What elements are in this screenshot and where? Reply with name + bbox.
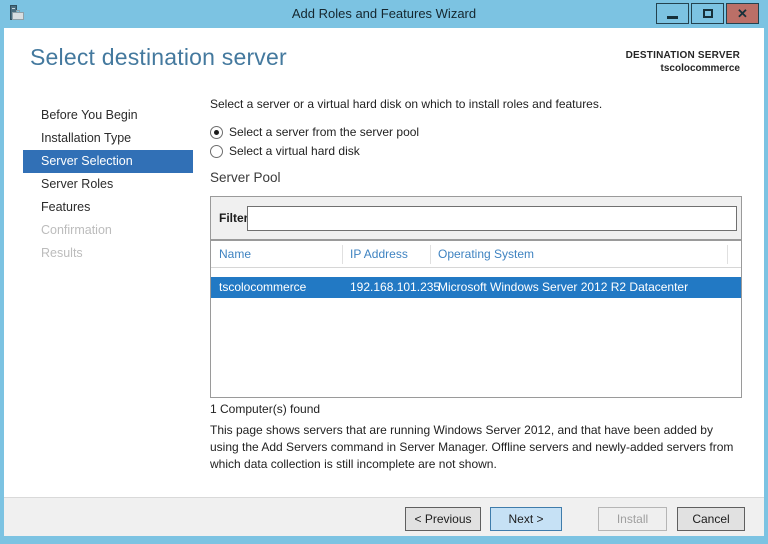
cell-server-name: tscolocommerce: [219, 280, 307, 294]
filter-box: Filter:: [210, 196, 742, 240]
intro-text: Select a server or a virtual hard disk o…: [210, 97, 603, 111]
sidebar-item-results: Results: [41, 246, 83, 260]
column-header-operating-system[interactable]: Operating System: [438, 241, 534, 268]
minimize-icon: [667, 16, 678, 19]
column-separator: [430, 245, 431, 264]
column-header-ip-address[interactable]: IP Address: [350, 241, 408, 268]
page-title: Select destination server: [30, 44, 287, 70]
destination-server-label: DESTINATION SERVER: [625, 50, 740, 61]
destination-server-value: tscolocommerce: [660, 63, 740, 74]
sidebar-item-before-you-begin[interactable]: Before You Begin: [23, 104, 193, 127]
maximize-icon: [702, 9, 713, 18]
wizard-steps-sidebar: Before You Begin Installation Type Serve…: [4, 100, 204, 265]
table-header-row: Name IP Address Operating System: [211, 241, 741, 268]
radio-selected-icon[interactable]: [210, 125, 223, 139]
radio-select-vhd[interactable]: Select a virtual hard disk: [210, 144, 360, 158]
page-description: This page shows servers that are running…: [210, 423, 734, 471]
column-header-name[interactable]: Name: [219, 241, 251, 268]
sidebar-item-installation-type[interactable]: Installation Type: [23, 127, 193, 150]
sidebar-item-server-selection[interactable]: Server Selection: [23, 150, 193, 173]
sidebar-item-features[interactable]: Features: [23, 196, 193, 219]
next-button[interactable]: Next >: [490, 507, 562, 531]
maximize-button[interactable]: [691, 3, 724, 24]
minimize-button[interactable]: [656, 3, 689, 24]
radio-vhd-label: Select a virtual hard disk: [229, 144, 360, 158]
radio-unselected-icon[interactable]: [210, 144, 223, 158]
wizard-window: Add Roles and Features Wizard ✕ Select d…: [0, 0, 768, 544]
radio-server-pool-label: Select a server from the server pool: [229, 125, 420, 139]
radio-select-server-pool[interactable]: Select a server from the server pool: [210, 125, 419, 139]
close-icon: ✕: [737, 6, 748, 21]
window-title: Add Roles and Features Wizard: [291, 6, 477, 21]
install-button: Install: [598, 507, 667, 531]
titlebar[interactable]: Add Roles and Features Wizard ✕: [0, 0, 768, 28]
destination-server-block: DESTINATION SERVER tscolocommerce: [626, 50, 740, 74]
cell-ip-address: 192.168.101.235: [350, 280, 441, 294]
filter-input[interactable]: [247, 206, 737, 231]
table-row-tscolocommerce[interactable]: tscolocommerce 192.168.101.235 Microsoft…: [211, 277, 741, 298]
cell-operating-system: Microsoft Windows Server 2012 R2 Datacen…: [438, 280, 689, 294]
computers-found-text: 1 Computer(s) found: [210, 402, 321, 416]
cancel-button[interactable]: Cancel: [677, 507, 745, 531]
server-pool-heading: Server Pool: [210, 170, 281, 185]
column-separator: [727, 245, 728, 264]
close-button[interactable]: ✕: [726, 3, 759, 24]
previous-button[interactable]: < Previous: [405, 507, 481, 531]
server-pool-table: Name IP Address Operating System tscoloc…: [210, 240, 742, 398]
sidebar-item-confirmation: Confirmation: [41, 223, 112, 237]
sidebar-item-server-roles[interactable]: Server Roles: [23, 173, 193, 196]
column-separator: [342, 245, 343, 264]
